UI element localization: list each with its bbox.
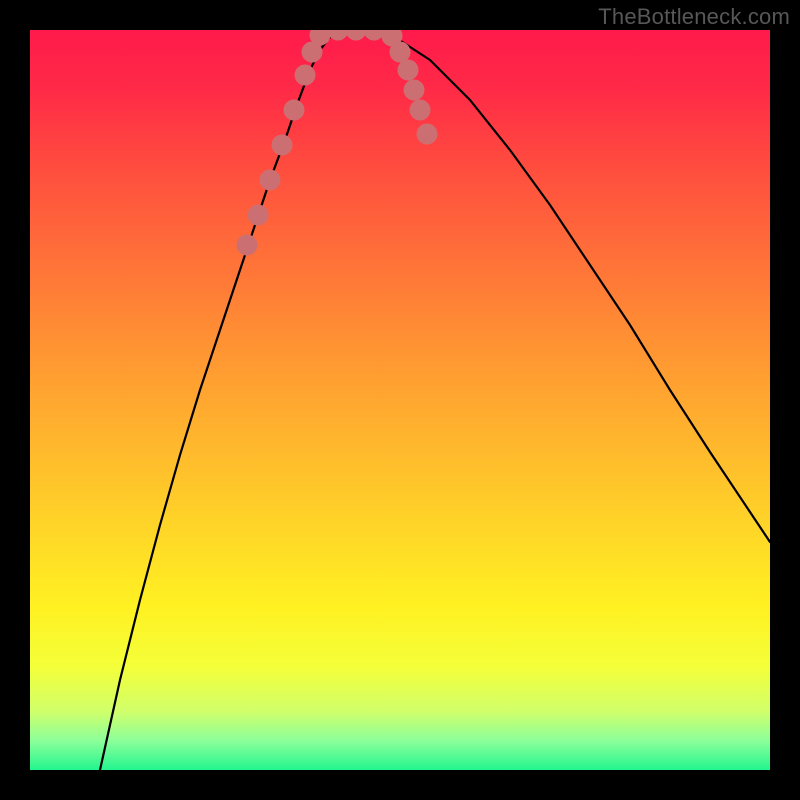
valley-marker [398,60,419,81]
valley-marker [272,135,293,156]
valley-marker [328,30,349,41]
valley-marker [284,100,305,121]
valley-marker [248,205,269,226]
plot-area [30,30,770,770]
valley-marker [346,30,367,41]
valley-marker [404,80,425,101]
watermark-text: TheBottleneck.com [598,4,790,30]
valley-marker [237,235,258,256]
valley-marker [260,170,281,191]
curve-layer [30,30,770,770]
valley-marker [417,124,438,145]
valley-marker [410,100,431,121]
bottleneck-curve [100,30,770,770]
valley-marker [390,42,411,63]
chart-frame: TheBottleneck.com [0,0,800,800]
valley-marker [364,30,385,41]
valley-marker-group [237,30,438,256]
valley-marker [295,65,316,86]
